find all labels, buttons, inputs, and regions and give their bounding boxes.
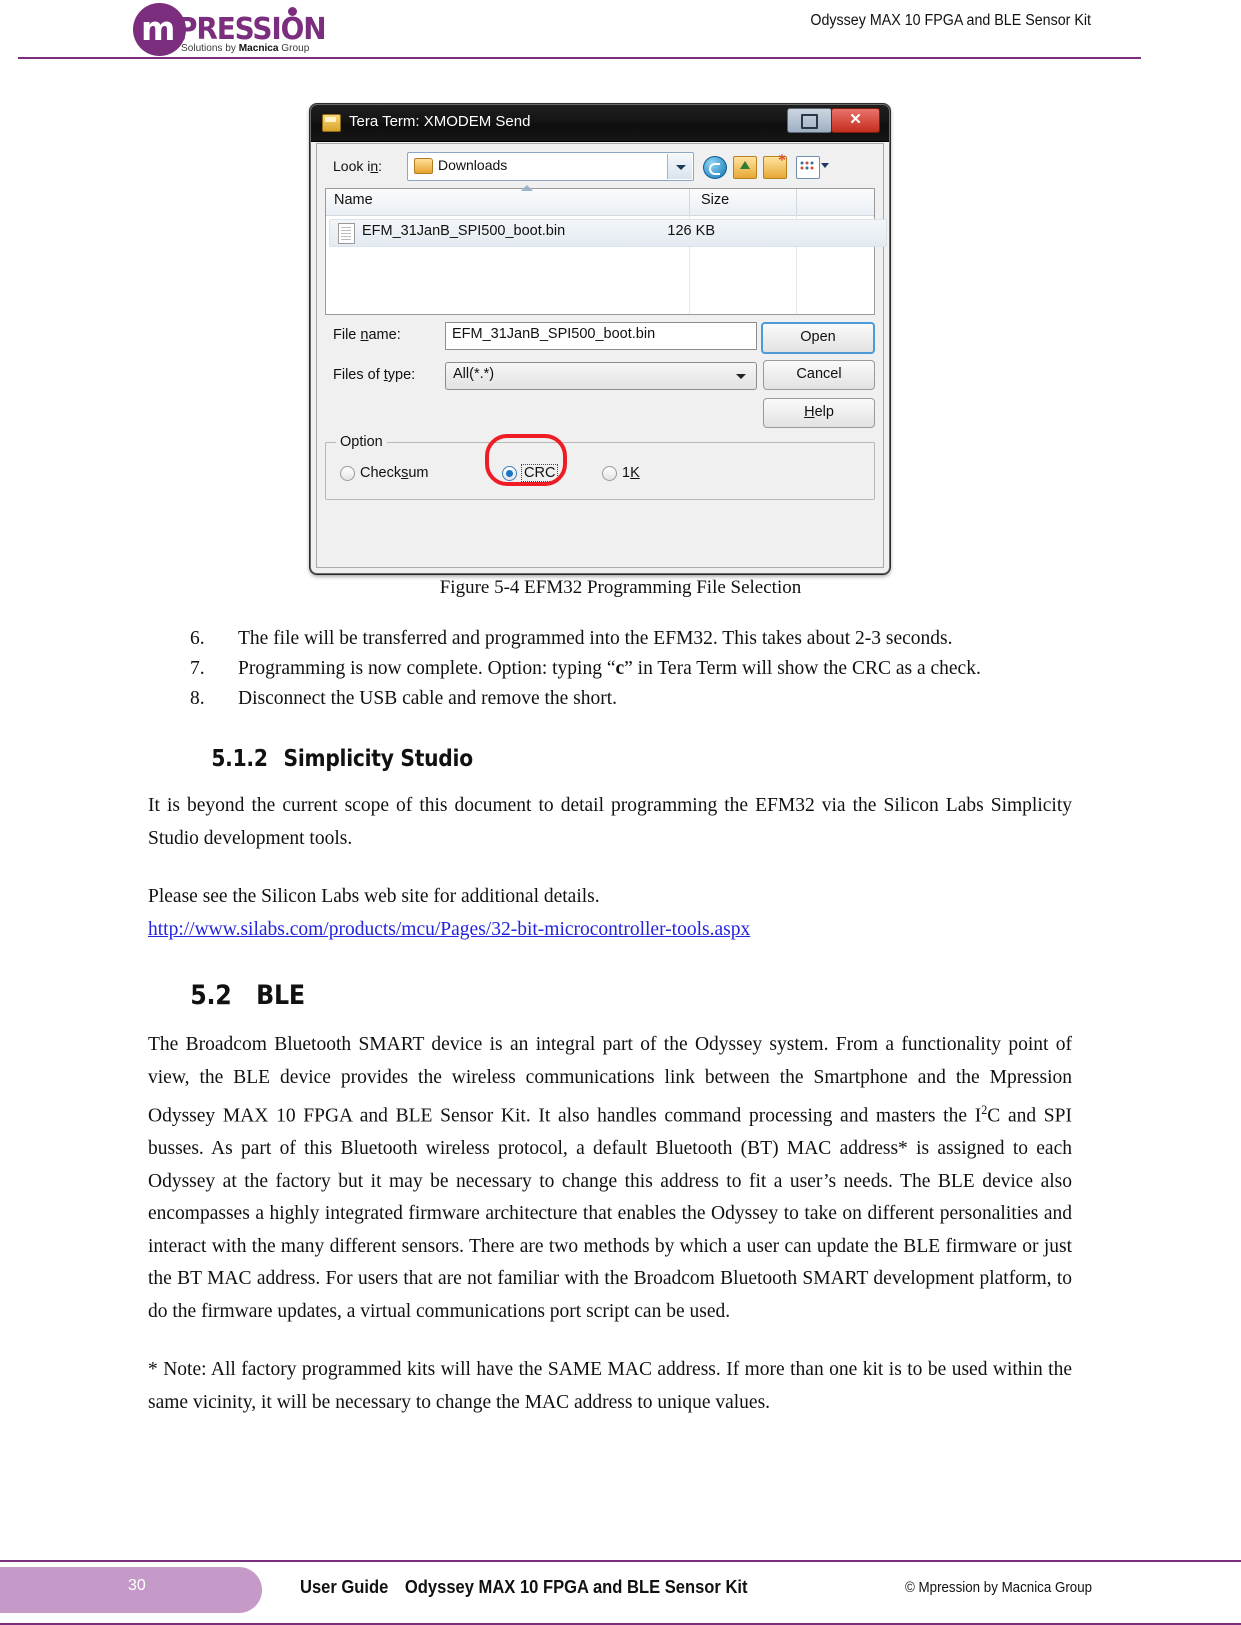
xmodem-send-dialog: Tera Term: XMODEM Send ✕ Look in: Downlo… xyxy=(310,104,890,574)
look-in-value: Downloads xyxy=(438,157,508,173)
silabs-link[interactable]: http://www.silabs.com/products/mcu/Pages… xyxy=(148,919,750,940)
file-listview[interactable]: Name Size EFM_31JanB_SPI500_boot.bin 126… xyxy=(325,185,887,315)
files-of-type-select[interactable]: All(*.*) xyxy=(445,362,757,390)
list-item: 6. The file will be transferred and prog… xyxy=(148,624,1072,654)
folder-icon xyxy=(414,158,433,174)
step-text-bold: c xyxy=(615,658,625,679)
radio-checksum-label: Checksum xyxy=(360,465,429,481)
up-one-level-icon[interactable] xyxy=(733,156,757,179)
look-in-label: Look in: xyxy=(333,158,383,174)
section-512-see-also: Please see the Silicon Labs web site for… xyxy=(148,886,600,907)
look-in-combobox[interactable]: Downloads xyxy=(407,152,694,181)
section-52-text-a: The Broadcom Bluetooth SMART device is a… xyxy=(148,1034,1072,1127)
logo-tagline-post: Group xyxy=(278,42,310,54)
look-in-row: Look in: Downloads xyxy=(325,152,875,182)
step-text: The file will be transferred and program… xyxy=(238,628,953,649)
radio-1k-label: 1K xyxy=(622,465,640,481)
logo-letter-m: m xyxy=(141,9,175,48)
page-content: 6. The file will be transferred and prog… xyxy=(148,624,1072,1419)
option-groupbox: Option Checksum CRC 1K xyxy=(325,434,875,500)
file-size-cell: 126 KB xyxy=(667,223,715,239)
page-footer: 30 User Guide Odyssey MAX 10 FPGA and BLE… xyxy=(0,1560,1241,1625)
logo-tagline-bold: Macnica xyxy=(238,42,279,54)
footer-title-b: Odyssey MAX 10 FPGA and BLE Sensor Kit xyxy=(404,1577,748,1597)
footer-title-a: User Guide xyxy=(300,1577,389,1597)
section-512-link-line: http://www.silabs.com/products/mcu/Pages… xyxy=(148,914,1072,947)
restore-icon xyxy=(801,114,818,129)
section-number: 5.2 xyxy=(190,980,232,1011)
footer-title: User Guide Odyssey MAX 10 FPGA and BLE Se… xyxy=(300,1577,748,1598)
file-name-input[interactable]: EFM_31JanB_SPI500_boot.bin xyxy=(445,322,757,350)
table-row[interactable]: EFM_31JanB_SPI500_boot.bin 126 KB xyxy=(329,219,887,247)
step-text-part-b: ” in Tera Term will show the CRC as a ch… xyxy=(624,658,981,679)
mpression-logo: m PRESSION Solutions by Macnica Group xyxy=(133,3,328,56)
close-button[interactable]: ✕ xyxy=(831,108,880,133)
chevron-down-icon xyxy=(736,374,746,379)
new-folder-icon[interactable] xyxy=(763,152,787,179)
step-text: Disconnect the USB cable and remove the … xyxy=(238,688,618,709)
column-header-size[interactable]: Size xyxy=(701,192,729,208)
step-text-part-a: Programming is now complete. Option: typ… xyxy=(238,658,616,679)
numbered-steps-list: 6. The file will be transferred and prog… xyxy=(148,624,1072,714)
header-document-title: Odyssey MAX 10 FPGA and BLE Sensor Kit xyxy=(810,12,1091,29)
option-group-label: Option xyxy=(336,434,387,450)
file-name-input-value: EFM_31JanB_SPI500_boot.bin xyxy=(452,326,656,342)
file-icon xyxy=(338,223,355,244)
views-chevron-down-icon[interactable] xyxy=(821,163,829,168)
cancel-button[interactable]: Cancel xyxy=(763,360,875,390)
column-header-name[interactable]: Name xyxy=(334,192,373,208)
logo-tagline-pre: Solutions by xyxy=(181,42,239,54)
file-name-label: File name: xyxy=(333,327,401,343)
figure-caption: Figure 5-4 EFM32 Programming File Select… xyxy=(439,577,802,598)
open-button[interactable]: Open xyxy=(761,322,875,354)
files-of-type-label: Files of type: xyxy=(333,367,416,383)
step-number: 7. xyxy=(190,658,205,679)
step-number: 8. xyxy=(190,688,205,709)
dialog-title: Tera Term: XMODEM Send xyxy=(349,113,531,130)
listview-header: Name Size xyxy=(326,185,874,216)
radio-icon xyxy=(602,466,617,481)
page-number: 30 xyxy=(128,1577,146,1594)
back-icon[interactable] xyxy=(703,156,727,179)
step-number: 6. xyxy=(190,628,205,649)
crc-highlight-annotation xyxy=(485,434,567,486)
footer-copyright: © Mpression by Macnica Group xyxy=(905,1580,1093,1596)
file-name-cell: EFM_31JanB_SPI500_boot.bin xyxy=(362,223,566,239)
column-divider xyxy=(689,189,690,215)
section-number: 5.1.2 xyxy=(211,746,268,772)
section-heading-5-1-2: 5.1.2 Simplicity Studio xyxy=(148,746,961,772)
chevron-down-icon[interactable] xyxy=(667,154,692,179)
views-icon[interactable] xyxy=(796,156,820,179)
close-icon: ✕ xyxy=(849,111,862,128)
footer-divider-top xyxy=(0,1560,1241,1562)
section-512-paragraph: It is beyond the current scope of this d… xyxy=(148,795,1072,849)
restore-button[interactable] xyxy=(787,108,832,133)
section-52-text-b: C and SPI busses. As part of this Blueto… xyxy=(148,1105,1072,1322)
header-divider xyxy=(18,57,1141,59)
sort-ascending-icon xyxy=(521,185,533,191)
list-item: 8. Disconnect the USB cable and remove t… xyxy=(148,684,1072,714)
paragraph-spacer xyxy=(148,1328,1072,1354)
page-header: m PRESSION Solutions by Macnica Group Od… xyxy=(0,0,1241,60)
list-item: 7. Programming is now complete. Option: … xyxy=(148,654,1072,684)
logo-dot-icon xyxy=(288,7,297,16)
section-title: BLE xyxy=(256,980,305,1011)
radio-icon xyxy=(340,466,355,481)
dialog-app-icon xyxy=(322,114,341,132)
paragraph-spacer xyxy=(148,855,1072,881)
section-heading-5-2: 5.2 BLE xyxy=(148,980,961,1011)
column-divider xyxy=(796,189,797,215)
section-52-paragraph: The Broadcom Bluetooth SMART device is a… xyxy=(148,1029,1072,1328)
help-button[interactable]: Help xyxy=(763,398,875,428)
dialog-titlebar: Tera Term: XMODEM Send ✕ xyxy=(311,105,889,142)
dialog-body: Look in: Downloads Name xyxy=(316,143,887,568)
logo-tagline: Solutions by Macnica Group xyxy=(181,42,309,54)
section-52-note: * Note: All factory programmed kits will… xyxy=(148,1359,1072,1413)
section-title: Simplicity Studio xyxy=(283,746,474,772)
files-of-type-value: All(*.*) xyxy=(453,366,495,382)
figure-screenshot: Tera Term: XMODEM Send ✕ Look in: Downlo… xyxy=(310,104,890,574)
